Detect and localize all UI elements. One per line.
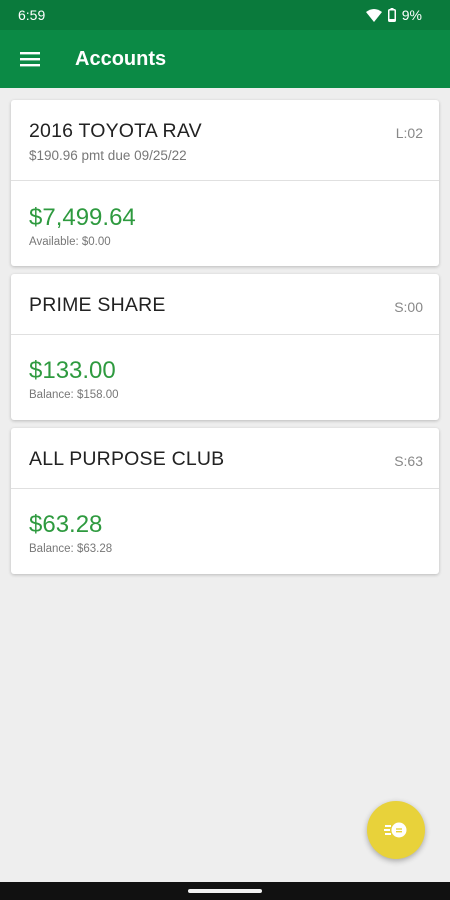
account-payment-due: $190.96 pmt due 09/25/22	[29, 148, 187, 163]
menu-button[interactable]	[0, 30, 60, 88]
account-balance-section: $63.28 Balance: $63.28	[11, 489, 439, 574]
account-balance-section: $7,499.64 Available: $0.00	[11, 181, 439, 266]
app-bar: Accounts	[0, 30, 450, 88]
page-title: Accounts	[75, 47, 167, 70]
account-card[interactable]: PRIME SHARE S:00 $133.00 Balance: $158.0…	[11, 274, 439, 420]
account-detail: Balance: $158.00	[29, 389, 119, 401]
account-amount: $63.28	[29, 511, 103, 538]
system-navigation-bar	[0, 882, 450, 900]
hamburger-menu-icon	[20, 52, 40, 67]
account-card[interactable]: 2016 TOYOTA RAV $190.96 pmt due 09/25/22…	[11, 100, 439, 266]
account-code: S:63	[394, 453, 423, 469]
account-detail: Balance: $63.28	[29, 543, 113, 555]
account-name: ALL PURPOSE CLUB	[29, 448, 225, 470]
account-code: S:00	[394, 299, 423, 315]
battery-icon	[387, 8, 396, 22]
account-name: PRIME SHARE	[29, 294, 166, 316]
account-code: L:02	[395, 125, 423, 141]
account-header: ALL PURPOSE CLUB S:63	[11, 428, 439, 489]
account-header: PRIME SHARE S:00	[11, 274, 439, 335]
account-name: 2016 TOYOTA RAV	[29, 120, 202, 142]
account-amount: $7,499.64	[29, 204, 136, 231]
account-card[interactable]: ALL PURPOSE CLUB S:63 $63.28 Balance: $6…	[11, 428, 439, 574]
account-detail: Available: $0.00	[29, 236, 111, 248]
account-balance-section: $133.00 Balance: $158.00	[11, 335, 439, 420]
account-header: 2016 TOYOTA RAV $190.96 pmt due 09/25/22…	[11, 100, 439, 181]
account-amount: $133.00	[29, 357, 116, 384]
status-time: 6:59	[18, 7, 46, 23]
status-bar: 6:59 9%	[0, 0, 450, 30]
accounts-list: 2016 TOYOTA RAV $190.96 pmt due 09/25/22…	[11, 100, 439, 582]
status-icons: 9%	[365, 7, 422, 23]
transfer-fab-button[interactable]	[367, 801, 425, 859]
battery-percent: 9%	[401, 7, 422, 23]
wifi-icon	[365, 8, 382, 22]
transfer-money-icon	[384, 822, 407, 838]
home-gesture-handle[interactable]	[188, 889, 262, 893]
